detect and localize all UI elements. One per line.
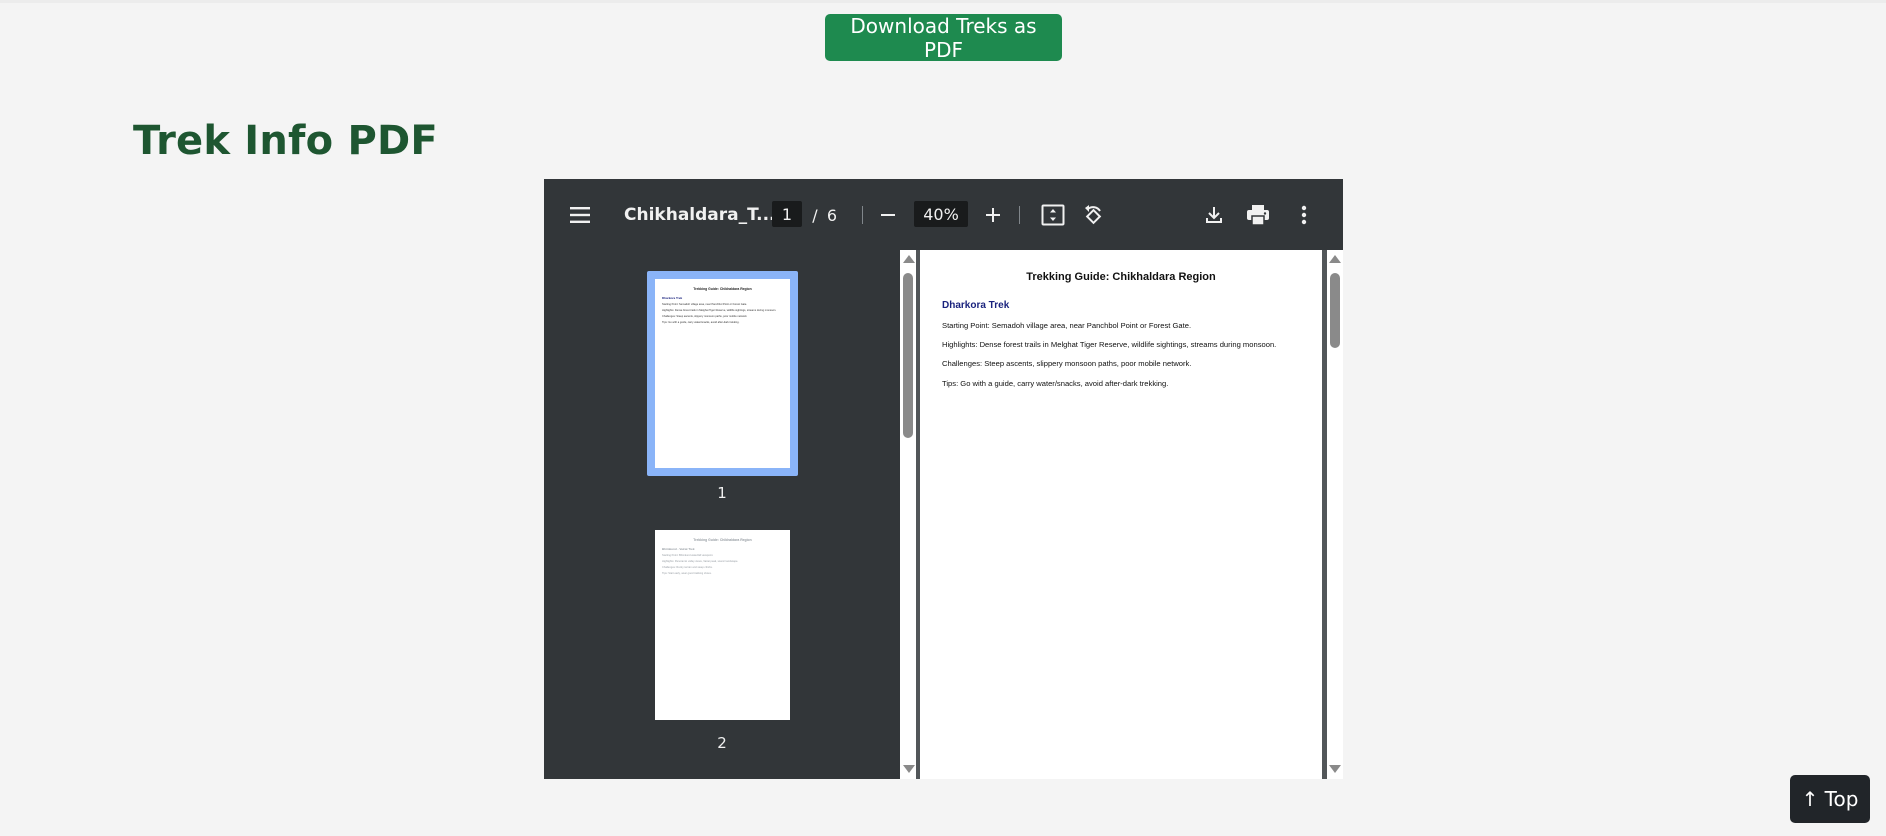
zoom-out-icon[interactable] xyxy=(874,201,902,229)
toolbar-divider xyxy=(862,206,863,224)
document-title: Chikhaldara_T... xyxy=(624,205,776,225)
trek-detail-line: Challenges: Steep ascents, slippery mons… xyxy=(942,359,1192,368)
page-thumbnail-1[interactable]: Trekking Guide: Chikhaldara Region Dhark… xyxy=(655,279,790,468)
thumbnail-line: Highlights: Dense forest trails in Melgh… xyxy=(662,309,777,312)
section-title: Trek Info PDF xyxy=(133,118,438,164)
thumbnail-title: Trekking Guide: Chikhaldara Region xyxy=(693,538,752,542)
trek-heading: Dharkora Trek xyxy=(942,300,1010,311)
pdf-page: Trekking Guide: Chikhaldara Region Dhark… xyxy=(920,250,1322,779)
page-separator: / xyxy=(812,205,818,225)
pdf-toolbar: Chikhaldara_T... / 6 xyxy=(544,179,1343,250)
more-options-icon[interactable] xyxy=(1290,201,1318,229)
scroll-down-arrow-icon[interactable] xyxy=(1329,765,1341,773)
download-treks-pdf-button[interactable]: Download Treks as PDF xyxy=(825,14,1062,62)
thumbnail-title: Trekking Guide: Chikhaldara Region xyxy=(693,287,752,291)
page-thumbnail-2[interactable]: Trekking Guide: Chikhaldara Region Bhimk… xyxy=(655,530,790,720)
trek-detail-line: Starting Point: Semadoh village area, ne… xyxy=(942,321,1192,330)
trek-detail-line: Tips: Go with a guide, carry water/snack… xyxy=(942,379,1169,388)
toolbar-divider xyxy=(1019,206,1020,224)
rotate-icon[interactable] xyxy=(1079,201,1107,229)
page-title: Trekking Guide: Chikhaldara Region xyxy=(1026,271,1216,283)
print-icon[interactable] xyxy=(1244,201,1272,229)
zoom-input[interactable] xyxy=(914,201,968,227)
scroll-down-arrow-icon[interactable] xyxy=(903,765,915,773)
zoom-in-icon[interactable] xyxy=(979,201,1007,229)
menu-icon[interactable] xyxy=(566,201,594,229)
thumbnail-line: Highlights: Panoramic valley views, Vair… xyxy=(662,560,739,563)
thumbnail-heading: Dharkora Trek xyxy=(662,296,683,300)
thumbnail-line: Tips: Start early, wear good trekking sh… xyxy=(662,572,712,575)
download-icon[interactable] xyxy=(1200,201,1228,229)
trek-detail-line: Highlights: Dense forest trails in Melgh… xyxy=(942,340,1277,349)
page-scrollbar-thumb[interactable] xyxy=(1330,273,1340,348)
fit-to-page-icon[interactable] xyxy=(1039,201,1067,229)
thumbnail-line: Starting Point: Semadoh village area, ne… xyxy=(662,303,748,306)
total-pages: 6 xyxy=(826,205,838,225)
thumbnail-number: 1 xyxy=(717,484,727,502)
thumbnail-heading: Bhimkund - Vairat Trek xyxy=(662,547,695,551)
back-to-top-button[interactable]: ↑ Top xyxy=(1790,775,1870,823)
thumbnail-line: Tips: Go with a guide, carry water/snack… xyxy=(662,321,740,324)
thumbnail-line: Challenges: Steep ascents, slippery mons… xyxy=(662,315,748,318)
scroll-up-arrow-icon[interactable] xyxy=(903,255,915,263)
sidebar-scrollbar-thumb[interactable] xyxy=(903,273,913,438)
thumbnail-number: 2 xyxy=(717,734,727,752)
top-border xyxy=(0,0,1886,3)
pdf-viewer: Chikhaldara_T... / 6 Trekking Guide xyxy=(544,179,1343,779)
page-number-input[interactable] xyxy=(772,201,802,227)
thumbnail-line: Challenges: Rocky terrain and steep clim… xyxy=(662,566,713,569)
scroll-up-arrow-icon[interactable] xyxy=(1329,255,1341,263)
thumbnail-line: Starting Point: Bhimkund waterfall viewp… xyxy=(662,554,714,557)
